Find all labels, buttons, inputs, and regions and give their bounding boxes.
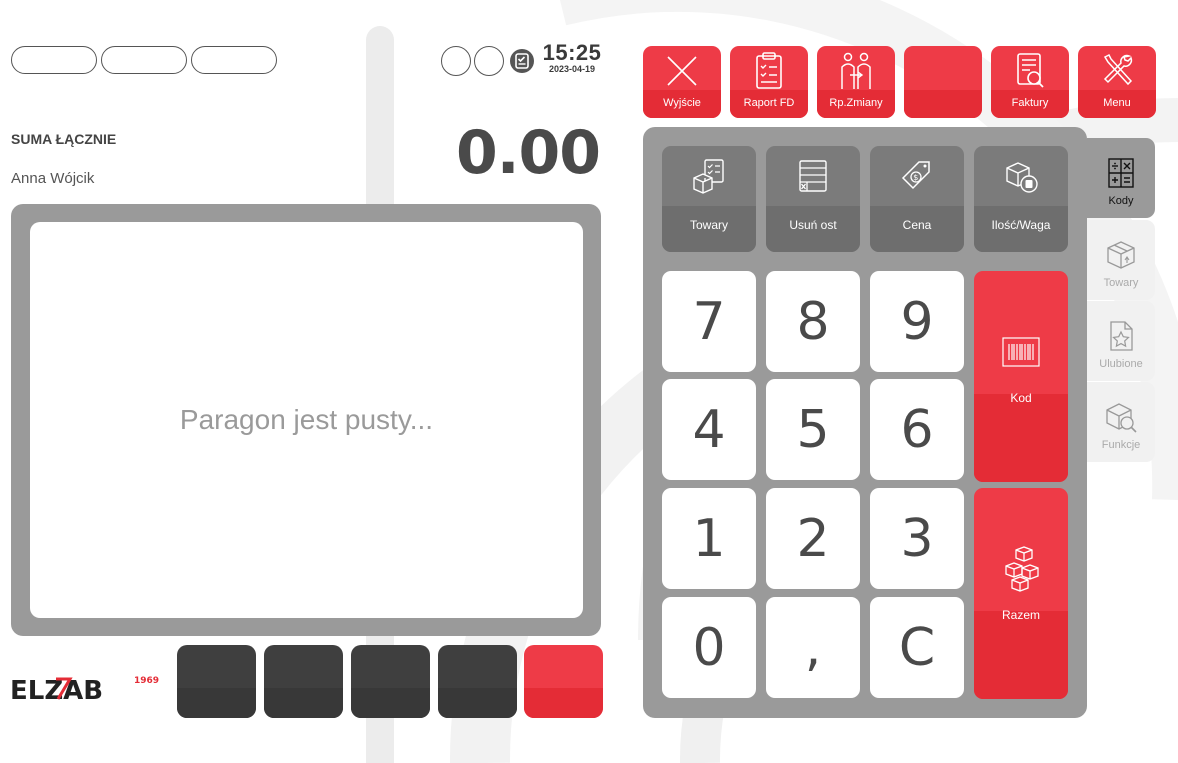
products-function-label: Towary [689, 218, 728, 232]
menu-button[interactable]: Menu [1078, 46, 1156, 118]
svg-text:1969: 1969 [134, 676, 159, 686]
barcode-icon [1002, 337, 1040, 367]
code-button-label: Kod [1010, 391, 1032, 405]
key-6[interactable]: 6 [870, 379, 964, 480]
tab-codes[interactable]: Kody [1087, 138, 1155, 218]
close-icon [667, 56, 697, 86]
tab-favorites[interactable]: Ulubione [1087, 301, 1155, 381]
clipboard-report-icon [756, 52, 782, 89]
elzab-logo: ELZAB 1969 [10, 676, 159, 706]
report-fd-button[interactable]: Raport FD [730, 46, 808, 118]
boxes-icon [1005, 546, 1039, 592]
tab-products[interactable]: Towary [1087, 220, 1155, 300]
box-icon [1107, 241, 1135, 269]
status-indicator-1 [441, 46, 471, 76]
clock: 15:25 2023-04-19 [540, 42, 604, 74]
total-button[interactable]: Razem [974, 488, 1068, 699]
key-clear[interactable]: C [870, 597, 964, 698]
tab-codes-label: Kody [1108, 195, 1134, 207]
key-1[interactable]: 1 [662, 488, 756, 589]
key-2[interactable]: 2 [766, 488, 860, 589]
box-checklist-icon [693, 159, 724, 194]
empty-toolbar-button[interactable] [904, 46, 982, 118]
key-comma[interactable]: , [766, 597, 860, 698]
wrench-screwdriver-icon [1103, 53, 1133, 86]
products-function-button[interactable]: Towary [662, 146, 756, 252]
tab-functions[interactable]: Funkcje [1087, 382, 1155, 462]
key-7[interactable]: 7 [662, 271, 756, 372]
receipt-empty-message: Paragon jest pusty... [179, 404, 434, 435]
shift-change-people-icon [841, 52, 871, 89]
tab-favorites-label: Ulubione [1099, 358, 1143, 370]
bottom-button-2[interactable] [264, 645, 343, 718]
invoices-button-label: Faktury [1011, 97, 1049, 109]
calculator-icon [1108, 158, 1134, 188]
menu-button-label: Menu [1103, 97, 1131, 109]
shift-report-button-label: Rp.Zmiany [829, 97, 883, 109]
bottom-button-1[interactable] [177, 645, 256, 718]
svg-text:$: $ [913, 173, 918, 182]
box-search-icon [1106, 403, 1137, 433]
tab-products-label: Towary [1103, 277, 1139, 289]
quantity-weight-label: Ilość/Waga [991, 218, 1051, 232]
delete-last-button[interactable]: Usuń ost [766, 146, 860, 252]
exit-button-label: Wyjście [663, 97, 701, 109]
list-delete-icon [799, 160, 827, 192]
invoices-button[interactable]: Faktury [991, 46, 1069, 118]
report-fd-button-label: Raport FD [743, 97, 795, 109]
bottom-button-3[interactable] [351, 645, 430, 718]
code-button[interactable]: Kod [974, 271, 1068, 482]
invoice-search-icon [1017, 53, 1044, 88]
key-3[interactable]: 3 [870, 488, 964, 589]
status-pill-1[interactable] [11, 46, 97, 74]
total-amount: 0.00 [455, 118, 601, 188]
key-4[interactable]: 4 [662, 379, 756, 480]
receipt-panel[interactable]: Paragon jest pusty... [30, 222, 583, 618]
tab-functions-label: Funkcje [1101, 439, 1141, 451]
key-8[interactable]: 8 [766, 271, 860, 372]
status-pill-3[interactable] [191, 46, 277, 74]
exit-button[interactable]: Wyjście [643, 46, 721, 118]
cashier-name: Anna Wójcik [11, 170, 95, 187]
status-indicator-2 [474, 46, 504, 76]
quantity-weight-button[interactable]: Ilość/Waga [974, 146, 1068, 252]
status-pill-2[interactable] [101, 46, 187, 74]
total-label: SUMA ŁĄCZNIE [11, 131, 117, 147]
bottom-button-5[interactable] [524, 645, 603, 718]
price-button[interactable]: $ Cena [870, 146, 964, 252]
box-scale-icon [1006, 162, 1038, 193]
price-tag-icon: $ [901, 161, 930, 190]
key-0[interactable]: 0 [662, 597, 756, 698]
favorite-file-icon [1110, 321, 1133, 351]
bottom-button-4[interactable] [438, 645, 517, 718]
delete-last-label: Usuń ost [789, 218, 837, 232]
key-5[interactable]: 5 [766, 379, 860, 480]
clock-date: 2023-04-19 [548, 64, 596, 74]
key-9[interactable]: 9 [870, 271, 964, 372]
price-label: Cena [902, 218, 932, 232]
fiscal-module-icon [510, 49, 534, 73]
clock-time: 15:25 [542, 40, 602, 65]
total-button-label: Razem [1001, 608, 1040, 622]
shift-report-button[interactable]: Rp.Zmiany [817, 46, 895, 118]
